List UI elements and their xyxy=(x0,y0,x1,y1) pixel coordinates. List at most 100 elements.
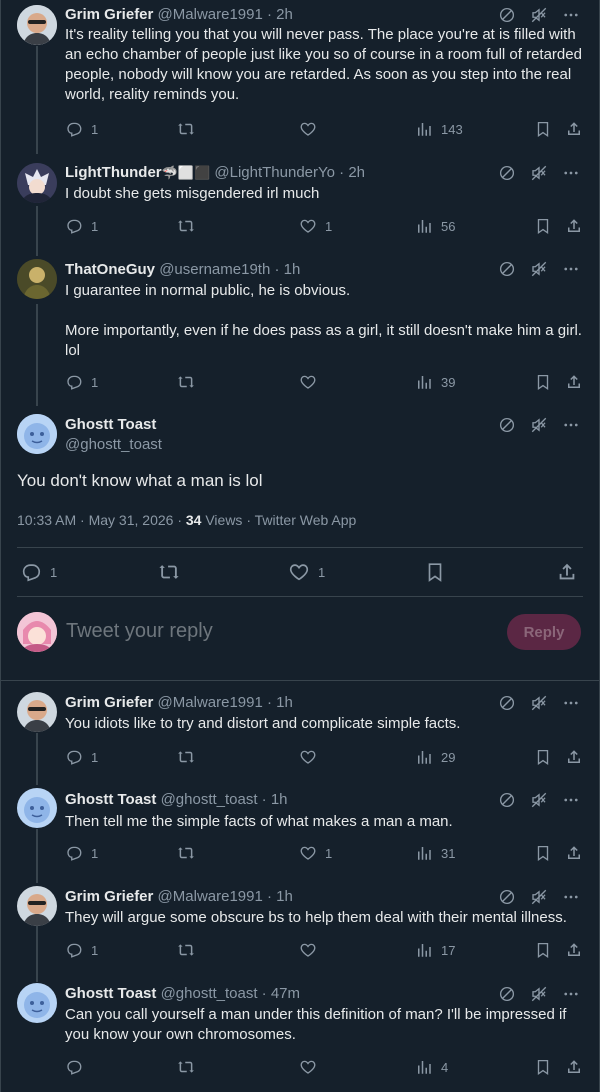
retweet-button[interactable] xyxy=(177,1058,195,1076)
share-button[interactable] xyxy=(565,1058,583,1076)
block-icon[interactable] xyxy=(498,260,516,278)
bookmark-button[interactable] xyxy=(534,217,552,235)
views-button[interactable]: 31 xyxy=(415,844,455,862)
my-avatar[interactable] xyxy=(17,612,57,652)
retweet-button[interactable] xyxy=(177,373,195,391)
author-name[interactable]: Grim Griefer xyxy=(65,694,153,711)
bookmark-button[interactable] xyxy=(534,748,552,766)
author-handle[interactable]: @ghostt_toast · 47m xyxy=(161,985,300,1002)
reply-button[interactable]: 1 xyxy=(65,217,98,235)
mute-icon[interactable] xyxy=(530,164,548,182)
more-icon[interactable] xyxy=(562,164,580,182)
like-button[interactable] xyxy=(299,1058,325,1076)
reply-button[interactable]: 1 xyxy=(20,561,57,583)
author-handle[interactable]: @LightThunderYo · 2h xyxy=(214,164,365,181)
bookmark-button[interactable] xyxy=(424,561,446,583)
block-icon[interactable] xyxy=(498,888,516,906)
mute-icon[interactable] xyxy=(530,985,548,1003)
author-name[interactable]: ThatOneGuy xyxy=(65,261,155,278)
author-name[interactable]: Grim Griefer xyxy=(65,888,153,905)
views-button[interactable]: 29 xyxy=(415,748,455,766)
like-button[interactable] xyxy=(299,373,325,391)
retweet-button[interactable] xyxy=(158,561,180,583)
bookmark-button[interactable] xyxy=(534,844,552,862)
views-button[interactable]: 143 xyxy=(415,120,463,138)
mute-icon[interactable] xyxy=(530,416,548,434)
retweet-button[interactable] xyxy=(177,120,195,138)
block-icon[interactable] xyxy=(498,791,516,809)
share-button[interactable] xyxy=(565,748,583,766)
mute-icon[interactable] xyxy=(530,6,548,24)
like-button[interactable]: 1 xyxy=(299,217,332,235)
avatar-grim-griefer[interactable] xyxy=(17,886,57,926)
more-icon[interactable] xyxy=(562,791,580,809)
reply-button[interactable]: 1 xyxy=(65,373,98,391)
reply-button[interactable]: 1 xyxy=(65,941,98,959)
more-icon[interactable] xyxy=(562,985,580,1003)
share-button[interactable] xyxy=(565,217,583,235)
like-button[interactable] xyxy=(299,748,325,766)
avatar-ghostt-toast[interactable] xyxy=(17,788,57,828)
block-icon[interactable] xyxy=(498,6,516,24)
avatar-grim-griefer[interactable] xyxy=(17,5,57,45)
share-button[interactable] xyxy=(565,120,583,138)
author-handle[interactable]: @ghostt_toast · 1h xyxy=(161,791,288,808)
reply-button[interactable]: 1 xyxy=(65,748,98,766)
bookmark-button[interactable] xyxy=(534,373,552,391)
avatar-lightthunder[interactable] xyxy=(17,163,57,203)
more-icon[interactable] xyxy=(562,260,580,278)
author-name[interactable]: Grim Griefer xyxy=(65,6,153,23)
bookmark-icon xyxy=(534,1058,552,1076)
retweet-button[interactable] xyxy=(177,217,195,235)
views-button[interactable]: 39 xyxy=(415,373,455,391)
avatar-ghostt-toast[interactable] xyxy=(17,414,57,454)
block-icon[interactable] xyxy=(498,164,516,182)
retweet-button[interactable] xyxy=(177,941,195,959)
author-handle[interactable]: @ghostt_toast xyxy=(65,436,162,453)
author-name[interactable]: Ghostt Toast xyxy=(65,416,156,433)
block-icon[interactable] xyxy=(498,985,516,1003)
block-icon[interactable] xyxy=(498,416,516,434)
share-button[interactable] xyxy=(565,373,583,391)
views-button[interactable]: 17 xyxy=(415,941,455,959)
like-button[interactable]: 1 xyxy=(299,844,332,862)
share-button[interactable] xyxy=(556,561,578,583)
reply-input[interactable]: Tweet your reply xyxy=(66,620,213,643)
bookmark-button[interactable] xyxy=(534,1058,552,1076)
bookmark-button[interactable] xyxy=(534,120,552,138)
block-icon[interactable] xyxy=(498,694,516,712)
views-button[interactable]: 4 xyxy=(415,1058,448,1076)
like-button[interactable]: 1 xyxy=(288,561,325,583)
like-button[interactable] xyxy=(299,120,325,138)
share-button[interactable] xyxy=(565,844,583,862)
timestamp[interactable]: 10:33 AM · May 31, 2026 · xyxy=(17,512,186,528)
reply-submit-button[interactable]: Reply xyxy=(507,614,581,650)
author-handle[interactable]: @Malware1991 · 1h xyxy=(158,888,293,905)
avatar-ghostt-toast[interactable] xyxy=(17,983,57,1023)
views-button[interactable]: 56 xyxy=(415,217,455,235)
author-name[interactable]: Ghostt Toast xyxy=(65,791,156,808)
author-name[interactable]: LightThunder xyxy=(65,164,162,181)
author-handle[interactable]: @Malware1991 · 1h xyxy=(158,694,293,711)
avatar-thatoneguy[interactable] xyxy=(17,259,57,299)
more-icon[interactable] xyxy=(562,694,580,712)
retweet-button[interactable] xyxy=(177,748,195,766)
bookmark-button[interactable] xyxy=(534,941,552,959)
more-icon[interactable] xyxy=(562,6,580,24)
more-icon[interactable] xyxy=(562,416,580,434)
author-handle[interactable]: @username19th · 1h xyxy=(159,261,300,278)
author-handle[interactable]: @Malware1991 · 2h xyxy=(158,6,293,23)
reply-button[interactable] xyxy=(65,1058,91,1076)
mute-icon[interactable] xyxy=(530,260,548,278)
reply-button[interactable]: 1 xyxy=(65,120,98,138)
author-name[interactable]: Ghostt Toast xyxy=(65,985,156,1002)
like-button[interactable] xyxy=(299,941,325,959)
mute-icon[interactable] xyxy=(530,791,548,809)
avatar-grim-griefer[interactable] xyxy=(17,692,57,732)
share-button[interactable] xyxy=(565,941,583,959)
retweet-button[interactable] xyxy=(177,844,195,862)
reply-button[interactable]: 1 xyxy=(65,844,98,862)
more-icon[interactable] xyxy=(562,888,580,906)
mute-icon[interactable] xyxy=(530,694,548,712)
mute-icon[interactable] xyxy=(530,888,548,906)
